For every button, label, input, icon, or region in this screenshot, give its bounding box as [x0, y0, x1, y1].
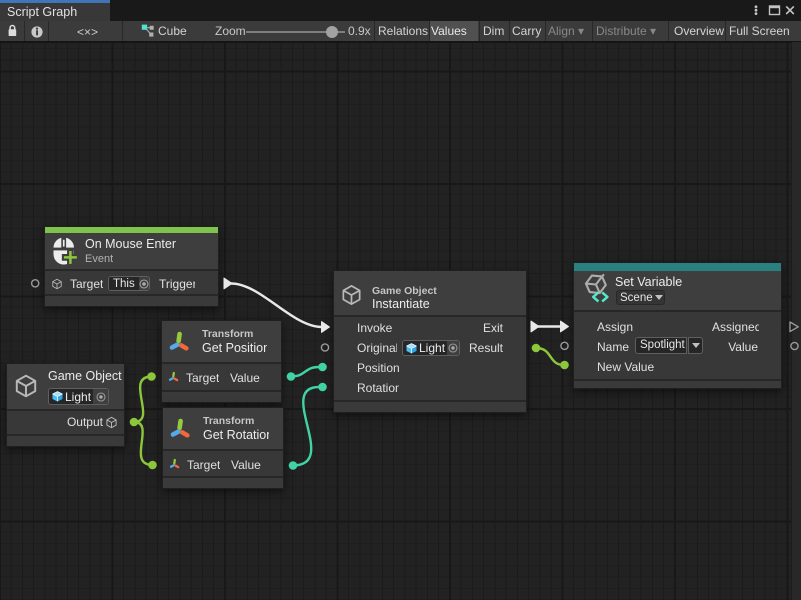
svg-text:<×>: <×> [77, 25, 98, 39]
